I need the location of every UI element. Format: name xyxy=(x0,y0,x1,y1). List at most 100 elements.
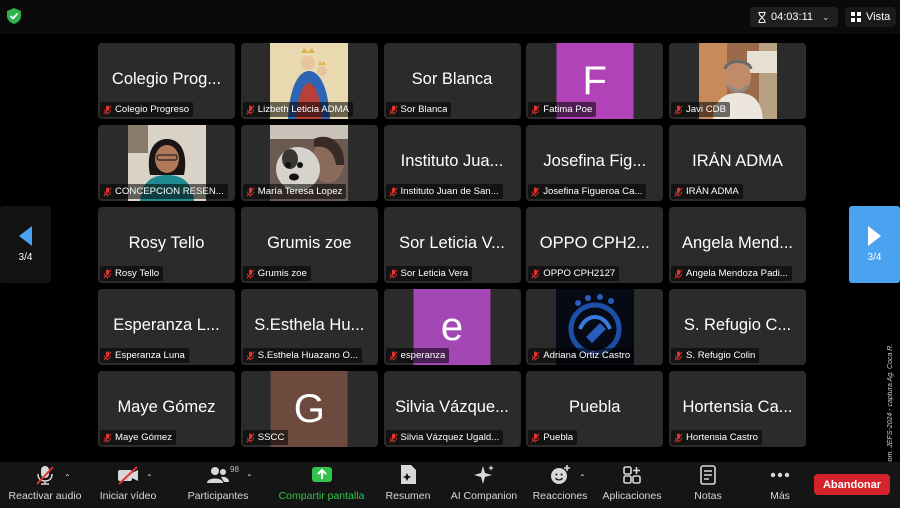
participant-tile[interactable]: Sor Blanca Sor Blanca xyxy=(383,43,521,119)
reactions-options-caret-icon[interactable]: ⌃ xyxy=(579,473,586,482)
grid-view-icon xyxy=(851,12,861,22)
microphone-muted-icon xyxy=(388,350,398,361)
participant-name-tag: Silvia Vázquez Ugald... xyxy=(385,430,504,445)
participant-name-tag: María Teresa Lopez xyxy=(242,184,347,199)
microphone-muted-icon xyxy=(103,104,112,115)
participants-button[interactable]: 98 ⌃ Participantes xyxy=(183,462,253,508)
participant-name: Fatima Poe xyxy=(543,104,593,115)
participant-tile[interactable]: Angela Mend... Angela Mendoza Padi... xyxy=(669,207,806,283)
view-label: Vista xyxy=(866,11,891,23)
next-page-button[interactable]: 3/4 xyxy=(849,206,900,283)
participant-name-tag: Josefina Figueroa Ca... xyxy=(528,184,647,199)
participant-tile[interactable]: S. Refugio C... S. Refugio Colin xyxy=(669,289,806,365)
participant-display-name: Silvia Vázque... xyxy=(395,398,509,416)
participant-name: Lizbeth Leticia ADMA xyxy=(257,104,349,115)
participant-tile[interactable]: Silvia Vázque... Silvia Vázquez Ugald... xyxy=(383,371,521,447)
chevron-down-icon: ⌄ xyxy=(822,11,830,22)
apps-label: Aplicaciones xyxy=(602,490,662,502)
notes-label: Notas xyxy=(694,490,722,502)
participant-name-tag: Javi CDB xyxy=(671,102,730,117)
participant-name: Sor Leticia Vera xyxy=(400,268,469,279)
participant-tile[interactable]: Colegio Prog... Colegio Progreso xyxy=(98,43,235,119)
participant-display-name: Josefina Fig... xyxy=(543,152,647,170)
participant-name: Grumis zoe xyxy=(257,268,307,279)
participant-name: OPPO CPH2127 xyxy=(543,268,616,279)
participant-display-name: Sor Leticia V... xyxy=(399,234,505,252)
participant-name: Maye Gómez xyxy=(115,432,173,443)
participant-tile[interactable]: Grumis zoe Grumis zoe xyxy=(240,207,378,283)
participant-tile[interactable]: S.Esthela Hu... S.Esthela Huazano O... xyxy=(240,289,378,365)
participant-gallery: Colegio Prog... Colegio Progreso Lizbeth L… xyxy=(98,43,806,447)
participant-tile[interactable]: María Teresa Lopez xyxy=(240,125,378,201)
reactions-label: Reacciones xyxy=(532,490,588,502)
notes-button[interactable]: Notas xyxy=(688,462,728,508)
participant-display-name: Esperanza L... xyxy=(113,316,220,334)
apps-icon xyxy=(623,466,641,484)
participant-name-tag: S.Esthela Huazano O... xyxy=(242,348,363,363)
microphone-muted-icon xyxy=(103,186,112,197)
view-button[interactable]: Vista xyxy=(845,7,897,27)
participant-name-tag: Maye Gómez xyxy=(100,430,177,445)
participant-name-tag: Esperanza Luna xyxy=(100,348,189,363)
arrow-left-icon xyxy=(19,226,32,246)
participant-tile[interactable]: Instituto Jua... Instituto Juan de San... xyxy=(383,125,521,201)
unmute-button[interactable]: ⌃ Reactivar audio xyxy=(5,462,85,508)
participant-name: S. Refugio Colin xyxy=(686,350,756,361)
participant-name-tag: CONCEPCION RESEN... xyxy=(100,184,228,199)
microphone-muted-icon xyxy=(674,104,683,115)
participant-tile[interactable]: F Fatima Poe xyxy=(526,43,664,119)
participant-name-tag: Angela Mendoza Padi... xyxy=(671,266,792,281)
participant-name: CONCEPCION RESEN... xyxy=(115,186,224,197)
more-button[interactable]: Más xyxy=(762,462,798,508)
microphone-muted-icon xyxy=(246,350,255,361)
participant-tile[interactable]: Hortensia Ca... Hortensia Castro xyxy=(669,371,806,447)
reactions-button[interactable]: ⌃ Reacciones xyxy=(530,462,590,508)
microphone-muted-icon xyxy=(388,104,398,115)
participant-tile[interactable]: Sor Leticia V... Sor Leticia Vera xyxy=(383,207,521,283)
microphone-muted-icon xyxy=(388,432,398,443)
notes-icon xyxy=(700,465,716,485)
participant-tile[interactable]: Josefina Fig... Josefina Figueroa Ca... xyxy=(526,125,664,201)
participant-tile[interactable]: Rosy Tello Rosy Tello xyxy=(98,207,235,283)
participant-name: Esperanza Luna xyxy=(115,350,185,361)
summary-button[interactable]: Resumen xyxy=(384,462,432,508)
participant-display-name: IRÁN ADMA xyxy=(692,152,783,170)
microphone-muted-icon xyxy=(531,186,540,197)
microphone-muted-icon xyxy=(388,268,398,279)
participant-name: Puebla xyxy=(543,432,574,443)
participant-tile[interactable]: Puebla Puebla xyxy=(526,371,664,447)
ai-companion-label: AI Companion xyxy=(450,490,518,502)
participant-tile[interactable]: CONCEPCION RESEN... xyxy=(98,125,235,201)
share-screen-button[interactable]: Compartir pantalla xyxy=(275,462,368,508)
participant-tile[interactable]: Maye Gómez Maye Gómez xyxy=(98,371,235,447)
microphone-muted-icon xyxy=(103,268,112,279)
participant-tile[interactable]: OPPO CPH2... OPPO CPH2127 xyxy=(526,207,664,283)
apps-button[interactable]: Aplicaciones xyxy=(601,462,663,508)
video-options-caret-icon[interactable]: ⌃ xyxy=(146,473,153,482)
participant-tile[interactable]: G SSCC xyxy=(240,371,378,447)
participant-tile[interactable]: IRÁN ADMA IRÁN ADMA xyxy=(669,125,806,201)
sparkle-icon xyxy=(474,465,494,484)
security-shield-icon[interactable] xyxy=(7,8,21,24)
audio-options-caret-icon[interactable]: ⌃ xyxy=(64,473,71,482)
microphone-muted-icon xyxy=(246,268,255,279)
ai-companion-button[interactable]: AI Companion xyxy=(448,462,520,508)
participant-tile[interactable]: Lizbeth Leticia ADMA xyxy=(240,43,378,119)
microphone-muted-icon xyxy=(674,268,683,279)
previous-page-button[interactable]: 3/4 xyxy=(0,206,51,283)
participant-tile[interactable]: Adriana Ortiz Castro xyxy=(526,289,664,365)
participant-tile[interactable]: e esperanza xyxy=(383,289,521,365)
leave-meeting-button[interactable]: Abandonar xyxy=(814,474,890,495)
participants-options-caret-icon[interactable]: ⌃ xyxy=(246,473,253,482)
participant-tile[interactable]: Esperanza L... Esperanza Luna xyxy=(98,289,235,365)
participant-name-tag: IRÁN ADMA xyxy=(671,184,743,199)
participant-tile[interactable]: Javi CDB xyxy=(669,43,806,119)
emoji-plus-icon xyxy=(551,465,570,484)
participant-name: Colegio Progreso xyxy=(115,104,190,115)
page-indicator-left: 3/4 xyxy=(18,252,33,263)
start-video-button[interactable]: ⌃ Iniciar vídeo xyxy=(96,462,160,508)
participant-display-name: Instituto Jua... xyxy=(400,152,504,170)
meeting-timer[interactable]: 04:03:11 ⌄ xyxy=(750,7,838,27)
participant-name: Instituto Juan de San... xyxy=(400,186,499,197)
participant-name: IRÁN ADMA xyxy=(686,186,739,197)
